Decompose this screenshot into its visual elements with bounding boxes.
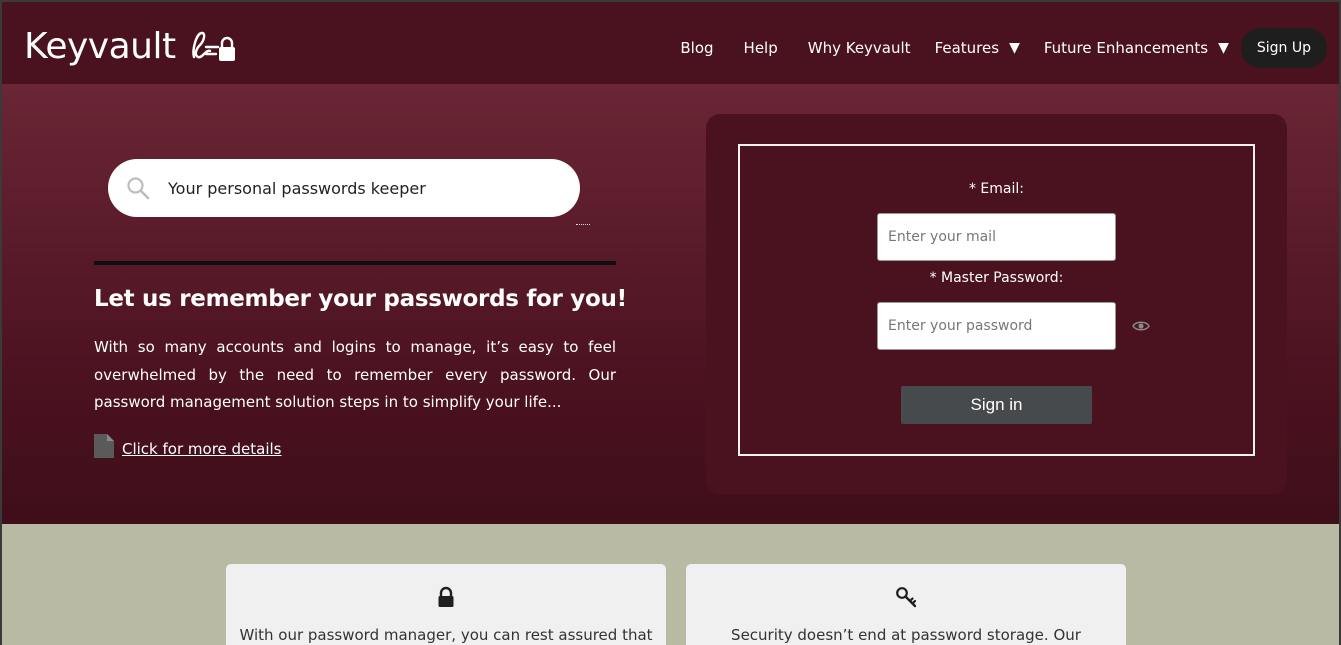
feature-card-key: Security doesn’t end at password storage… xyxy=(686,564,1126,645)
nav-help[interactable]: Help xyxy=(744,39,778,57)
password-field[interactable] xyxy=(877,302,1116,350)
feature-text: Security doesn’t end at password storage… xyxy=(731,626,1081,644)
nav-future-enhancements-dropdown[interactable]: Future Enhancements ▼ xyxy=(1044,39,1229,57)
brand-name: Keyvault xyxy=(24,26,176,67)
document-icon xyxy=(94,434,114,458)
feature-card-security: With our password manager, you can rest … xyxy=(226,564,666,645)
email-field[interactable] xyxy=(877,213,1116,261)
site-header: Keyvault Blog Help Why Keyvault Features… xyxy=(2,2,1339,84)
nav-why-keyvault[interactable]: Why Keyvault xyxy=(808,39,911,57)
main-nav: Blog Help Why Keyvault Features ▼ Future… xyxy=(650,28,1327,68)
login-form: * Email: * Master Password: Sign in xyxy=(738,144,1255,456)
nav-blog[interactable]: Blog xyxy=(680,39,713,57)
password-label: * Master Password: xyxy=(929,270,1064,286)
caret-down-icon: ▼ xyxy=(1218,40,1229,56)
signup-button[interactable]: Sign Up xyxy=(1240,28,1327,68)
hero-section: Your personal passwords keeper Let us re… xyxy=(2,84,1339,524)
hero-description: With so many accounts and logins to mana… xyxy=(94,338,616,411)
caret-down-icon: ▼ xyxy=(1009,40,1020,56)
search-icon xyxy=(127,177,150,200)
nav-why-keyvault-label: Why Keyvault xyxy=(807,39,911,57)
page-frame: Keyvault Blog Help Why Keyvault Features… xyxy=(0,0,1341,645)
email-label: * Email: xyxy=(968,181,1024,197)
eye-icon[interactable] xyxy=(1132,320,1150,332)
nav-features-label: Features xyxy=(934,39,1000,57)
signin-button[interactable]: Sign in xyxy=(901,386,1092,424)
tagline-search-bar[interactable]: Your personal passwords keeper xyxy=(108,159,580,217)
hero-title: Let us remember your passwords for you! xyxy=(94,286,627,312)
login-card: * Email: * Master Password: Sign in xyxy=(706,114,1287,494)
key-icon xyxy=(896,587,917,608)
decorative-mark xyxy=(576,224,590,228)
nav-features-dropdown[interactable]: Features ▼ xyxy=(935,39,1020,57)
more-details-link[interactable]: Click for more details xyxy=(94,434,282,458)
lock-icon xyxy=(438,586,454,607)
more-details-text: Click for more details xyxy=(122,440,282,458)
hero-divider xyxy=(94,261,616,265)
feature-text: With our password manager, you can rest … xyxy=(239,626,653,644)
signature-lock-icon xyxy=(191,31,235,61)
nav-blog-label: Blog xyxy=(680,39,714,57)
brand-logo[interactable]: Keyvault xyxy=(24,26,238,67)
nav-future-enhancements-label: Future Enhancements xyxy=(1043,39,1209,57)
nav-help-label: Help xyxy=(743,39,778,57)
tagline-text: Your personal passwords keeper xyxy=(168,178,426,198)
